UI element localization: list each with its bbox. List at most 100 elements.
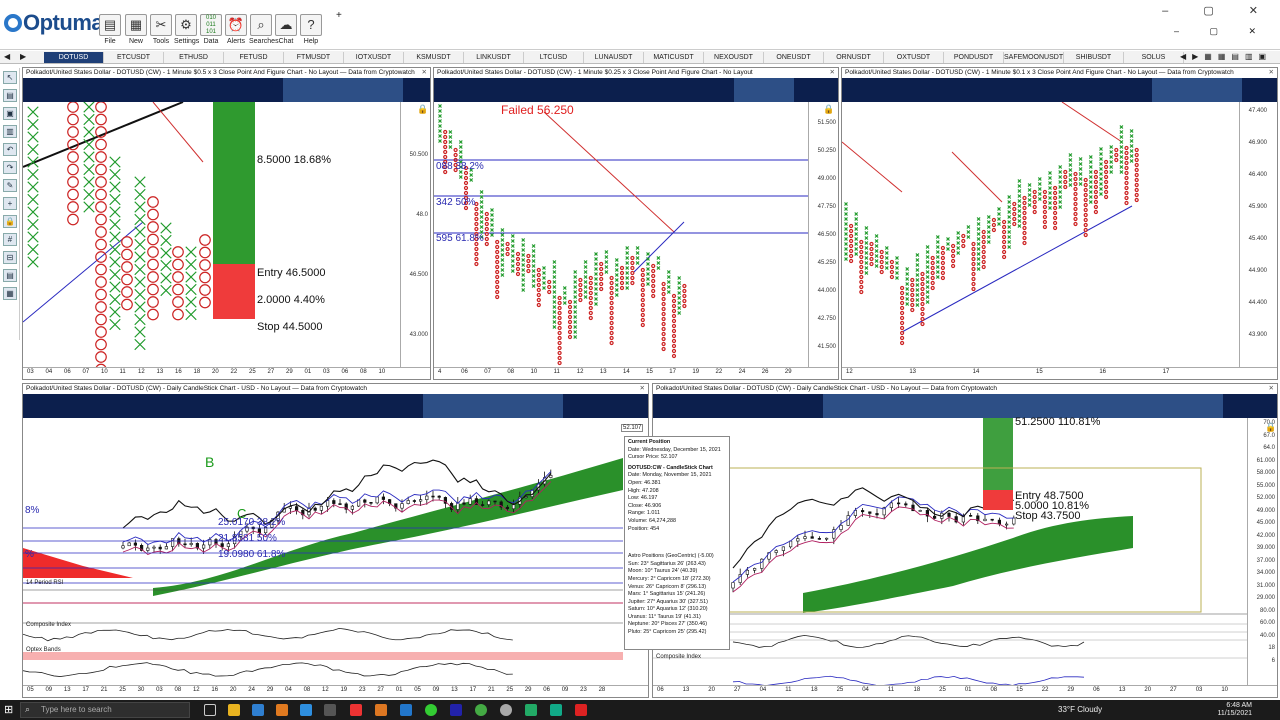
lock-icon[interactable]: 🔒 <box>417 104 428 115</box>
searches-button[interactable]: ⌕ Searches <box>249 14 279 45</box>
data-button[interactable]: 010 011 101 Data <box>199 14 223 45</box>
tools-button[interactable]: ✂ Tools <box>149 14 173 45</box>
symbol-tab-ksmusdt[interactable]: KSMUSDT <box>404 52 464 63</box>
symbol-tab-fetusd[interactable]: FETUSD <box>224 52 284 63</box>
pf-chart-panel-2[interactable]: Polkadot/United States Dollar - DOTUSD (… <box>433 67 839 380</box>
store-icon[interactable] <box>252 704 264 716</box>
symbol-tab-oneusdt[interactable]: ONEUSDT <box>764 52 824 63</box>
symbol-tab-shibusdt[interactable]: SHIBUSDT <box>1064 52 1124 63</box>
candlestick-panel-1[interactable]: Polkadot/United States Dollar - DOTUSD (… <box>22 383 649 698</box>
forward-arrow-icon[interactable]: ▶ <box>20 52 26 61</box>
app-icon[interactable] <box>500 704 512 716</box>
help-button[interactable]: ? Help <box>299 14 323 45</box>
pf-x-mark <box>1068 158 1073 162</box>
candlestick-chart-area[interactable] <box>653 418 1251 686</box>
chrome-icon[interactable] <box>425 704 437 716</box>
file-button[interactable]: ▤ File <box>98 14 122 45</box>
pen-tool-icon[interactable]: ✎ <box>3 179 17 192</box>
symbol-tab-ethusd[interactable]: ETHUSD <box>164 52 224 63</box>
chat-button[interactable]: ☁ Chat <box>274 14 298 45</box>
window-controls[interactable]: – ▢ ✕ <box>1162 4 1274 17</box>
symbol-tab-oxtusdt[interactable]: OXTUSDT <box>884 52 944 63</box>
settings-button[interactable]: ⚙ Settings <box>174 14 199 45</box>
lock-icon[interactable]: 🔒 <box>1265 422 1276 433</box>
symbol-tab-ornusdt[interactable]: ORNUSDT <box>824 52 884 63</box>
pf-x-mark <box>521 243 526 247</box>
symbol-tab-solus[interactable]: SOLUS <box>1124 52 1184 63</box>
grid-icon[interactable]: # <box>3 233 17 246</box>
symbol-tab-ltcusd[interactable]: LTCUSD <box>524 52 584 63</box>
candlestick-chart-area[interactable] <box>23 418 623 686</box>
printer-icon[interactable]: ▥ <box>3 125 17 138</box>
new-button[interactable]: ▦ New <box>124 14 148 45</box>
pf-chart-area[interactable] <box>434 102 812 369</box>
close-icon[interactable]: ✕ <box>1269 68 1274 78</box>
symbol-tab-lunausdt[interactable]: LUNAUSDT <box>584 52 644 63</box>
pf-chart-panel-3[interactable]: Polkadot/United States Dollar - DOTUSD (… <box>841 67 1278 380</box>
select-tool-icon[interactable]: ↖ <box>3 71 17 84</box>
alerts-button[interactable]: ⏰ Alerts <box>224 14 248 45</box>
symbol-tab-pondusdt[interactable]: PONDUSDT <box>944 52 1004 63</box>
pf-chart-panel-1[interactable]: Polkadot/United States Dollar - DOTUSD (… <box>22 67 431 380</box>
overview-strip[interactable] <box>23 78 430 102</box>
close-icon[interactable]: ✕ <box>830 68 835 78</box>
symbol-tab-nexousdt[interactable]: NEXOUSDT <box>704 52 764 63</box>
add-tab-icon[interactable]: + <box>336 10 342 21</box>
optuma-icon[interactable] <box>400 704 412 716</box>
pf-x-mark <box>915 293 920 297</box>
pf-o-mark <box>1042 189 1047 195</box>
close-icon[interactable]: ✕ <box>1269 384 1274 394</box>
app-icon[interactable] <box>550 704 562 716</box>
undo-icon[interactable]: ↶ <box>3 143 17 156</box>
windows-start-icon[interactable]: ⊞ <box>4 703 13 716</box>
app-icon[interactable] <box>475 704 487 716</box>
file-explorer-icon[interactable] <box>228 704 240 716</box>
overview-strip[interactable] <box>653 394 1277 418</box>
tab-scroll-controls[interactable]: ◀▶▦▦▤▥▣ <box>1180 52 1272 61</box>
symbol-tab-linkusdt[interactable]: LINKUSDT <box>464 52 524 63</box>
symbol-tab-iotxusdt[interactable]: IOTXUSDT <box>344 52 404 63</box>
close-icon[interactable]: ✕ <box>422 68 427 78</box>
candle-body <box>810 536 814 539</box>
app-icon[interactable] <box>525 704 537 716</box>
symbol-tab-ftmusdt[interactable]: FTMUSDT <box>284 52 344 63</box>
lock-icon[interactable]: 🔒 <box>3 215 17 228</box>
app-icon[interactable] <box>575 704 587 716</box>
back-arrow-icon[interactable]: ◀ <box>4 52 10 61</box>
candlestick-panel-2[interactable]: Polkadot/United States Dollar - DOTUSD (… <box>652 383 1278 698</box>
lock-icon[interactable]: 🔒 <box>823 104 834 115</box>
redo-icon[interactable]: ↷ <box>3 161 17 174</box>
pf-o-mark <box>859 259 864 265</box>
clock[interactable]: 6:48 AM 11/15/2021 <box>1217 702 1252 718</box>
overview-strip[interactable] <box>434 78 838 102</box>
pf-chart-area[interactable] <box>23 102 402 369</box>
app-icon[interactable] <box>276 704 288 716</box>
notes-icon[interactable]: ▦ <box>3 287 17 300</box>
app-icon[interactable] <box>450 704 462 716</box>
app-icon[interactable] <box>324 704 336 716</box>
ruler-icon[interactable]: ⊟ <box>3 251 17 264</box>
zoom-in-icon[interactable]: + <box>3 197 17 210</box>
print-icon[interactable]: ▤ <box>3 89 17 102</box>
symbol-tab-safemoonusdt[interactable]: SAFEMOONUSDT <box>1004 52 1064 63</box>
y-tick-label: 43.000 <box>409 332 428 338</box>
weather-widget[interactable]: 33°F Cloudy <box>1058 705 1102 714</box>
close-icon[interactable]: ✕ <box>640 384 645 394</box>
edge-icon[interactable] <box>300 704 312 716</box>
symbol-tab-dotusd[interactable]: DOTUSD <box>44 52 104 63</box>
inner-window-controls[interactable]: – ▢ ✕ <box>1174 26 1270 37</box>
app-icon[interactable] <box>375 704 387 716</box>
symbol-tab-maticusdt[interactable]: MATICUSDT <box>644 52 704 63</box>
save-icon[interactable]: ▣ <box>3 107 17 120</box>
layers-icon[interactable]: ▤ <box>3 269 17 282</box>
pf-o-mark <box>557 330 562 336</box>
symbol-tab-etcusdt[interactable]: ETCUSDT <box>104 52 164 63</box>
pf-chart-area[interactable] <box>842 102 1222 369</box>
brave-icon[interactable] <box>350 704 362 716</box>
x-tick-label: 08 <box>360 369 367 375</box>
overview-strip[interactable] <box>23 394 648 418</box>
pf-o-mark <box>1073 196 1078 202</box>
task-view-icon[interactable] <box>204 704 216 716</box>
overview-strip[interactable] <box>842 78 1277 102</box>
taskbar-search-input[interactable]: Type here to search <box>20 702 190 718</box>
